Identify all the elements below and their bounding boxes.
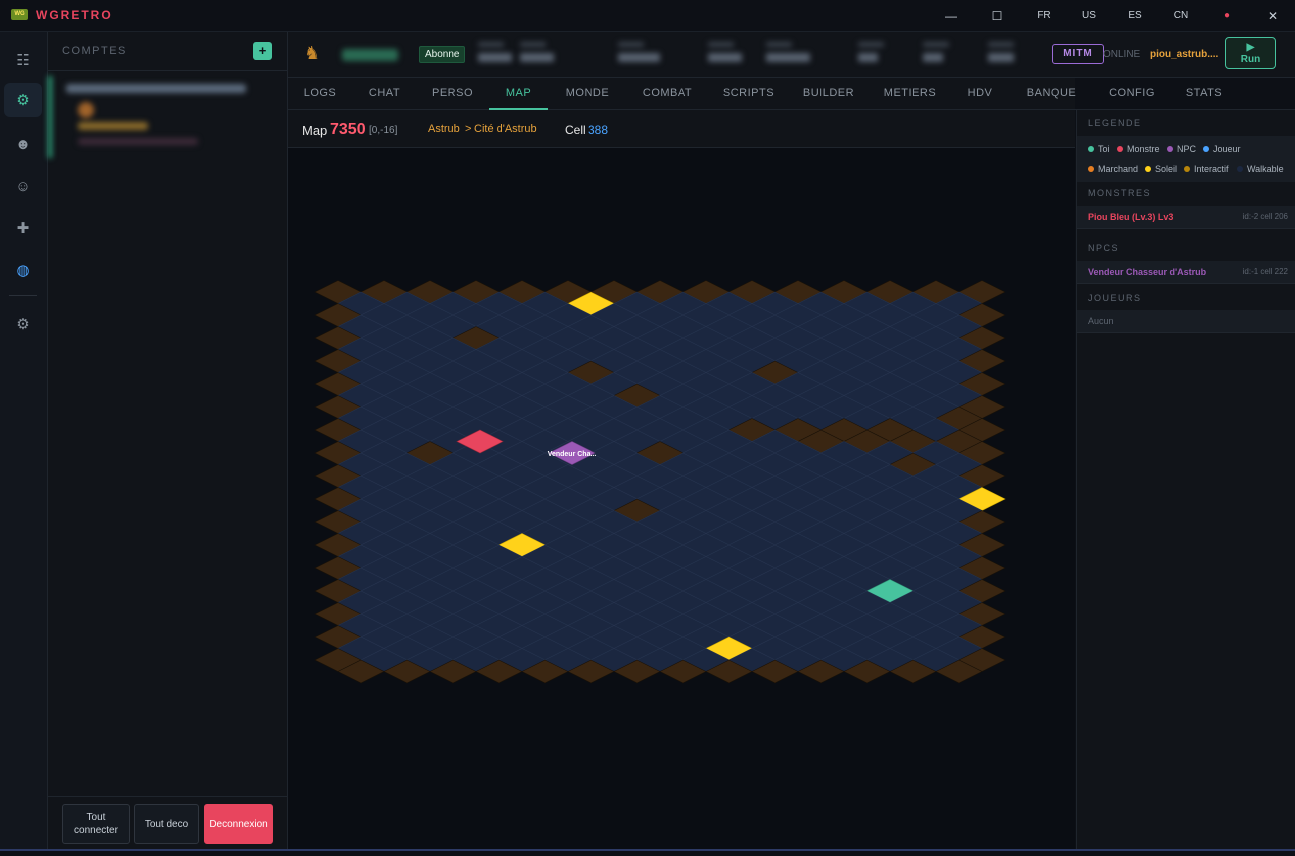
stat-blurred <box>858 42 884 62</box>
map-label: Map <box>302 123 328 138</box>
monster-meta: id:-2 cell 206 <box>1242 212 1288 221</box>
tab-map[interactable]: MAP <box>489 78 548 110</box>
map-area: Astrub <box>428 123 460 135</box>
map-id: 7350 <box>330 121 366 138</box>
npcs-title: NPCS <box>1088 243 1120 253</box>
account-card[interactable] <box>48 76 283 158</box>
npc-name: Vendeur Chasseur d'Astrub <box>1088 267 1207 277</box>
legend-title: LEGENDE <box>1088 118 1142 128</box>
mitm-badge[interactable]: MITM <box>1052 44 1104 64</box>
accounts-panel: COMPTES + Tout connecter Tout deco Decon… <box>48 32 288 851</box>
title-bar: WG WGRETRO — ☐ FR US ES CN ● ✕ <box>0 0 1295 32</box>
lang-fr-button[interactable]: FR <box>1029 6 1059 26</box>
character-icon[interactable]: ☻ <box>4 127 42 161</box>
monster-row[interactable]: Piou Bleu (Lv.3) Lv3 id:-2 cell 206 <box>1077 206 1295 229</box>
accounts-title: COMPTES <box>62 45 127 57</box>
lang-cn-button[interactable]: CN <box>1166 6 1196 26</box>
plus-icon[interactable]: ✚ <box>4 211 42 245</box>
map-entities-panel: LEGENDE Toi Monstre NPC Joueur Marchand … <box>1076 110 1295 851</box>
nav-rail: ☷ ⚙ ☻ ☺ ✚ ◍ ⚙ <box>0 32 48 851</box>
npc-meta: id:-1 cell 222 <box>1242 267 1288 276</box>
connect-all-button[interactable]: Tout connecter <box>62 804 130 844</box>
tab-logs[interactable]: LOGS <box>296 78 344 108</box>
stat-blurred <box>520 42 554 62</box>
legend: Toi Monstre NPC Joueur Marchand Soleil I… <box>1077 136 1295 182</box>
logout-button[interactable]: Deconnexion <box>204 804 273 844</box>
tab-metiers[interactable]: METIERS <box>882 78 938 108</box>
cell-value: 388 <box>588 123 609 137</box>
players-empty: Aucun <box>1088 316 1114 326</box>
map-subarea: Cité d'Astrub <box>474 123 537 135</box>
stat-blurred <box>618 42 660 62</box>
list-icon[interactable]: ☷ <box>4 43 42 77</box>
stat-blurred <box>923 42 949 62</box>
map-canvas[interactable]: Vendeur Cha... <box>288 148 1075 851</box>
stat-blurred <box>478 42 512 62</box>
map-info-bar: Map 7350 [0,-16] Astrub > Cité d'Astrub … <box>288 110 1075 148</box>
npc-row[interactable]: Vendeur Chasseur d'Astrub id:-1 cell 222 <box>1077 261 1295 284</box>
accounts-divider <box>48 70 287 71</box>
monsters-title: MONSTRES <box>1088 188 1152 198</box>
tab-stats[interactable]: STATS <box>1183 78 1225 108</box>
run-button[interactable]: ▶ Run <box>1225 37 1276 69</box>
main-tabs: LOGS CHAT PERSO MAP MONDE COMBAT SCRIPTS… <box>288 78 1076 110</box>
lang-es-button[interactable]: ES <box>1120 6 1150 26</box>
tab-config[interactable]: CONFIG <box>1105 78 1159 108</box>
legend-item-monstre: Monstre <box>1117 144 1160 154</box>
legend-item-joueur: Joueur <box>1203 144 1241 154</box>
lang-us-button[interactable]: US <box>1074 6 1104 26</box>
tab-chat[interactable]: CHAT <box>361 78 408 108</box>
tab-combat[interactable]: COMBAT <box>640 78 695 108</box>
maximize-button[interactable]: ☐ <box>986 6 1008 26</box>
globe-icon[interactable]: ◍ <box>4 253 42 287</box>
stat-blurred <box>988 42 1014 62</box>
character-name-blurred <box>342 49 398 61</box>
cell-label: Cell <box>565 123 586 137</box>
players-empty-row: Aucun <box>1077 310 1295 333</box>
app-logo-icon: WG <box>11 9 28 20</box>
legend-item-walkable: Walkable <box>1237 164 1284 174</box>
run-label: Run <box>1240 54 1261 65</box>
stat-blurred <box>708 42 742 62</box>
monster-name: Piou Bleu (Lv.3) Lv3 <box>1088 212 1174 222</box>
legend-item-interactif: Interactif <box>1184 164 1229 174</box>
legend-item-npc: NPC <box>1167 144 1196 154</box>
rail-divider <box>9 295 37 296</box>
tab-banque[interactable]: BANQUE <box>1024 78 1079 108</box>
npc-map-label: Vendeur Cha... <box>548 451 597 458</box>
map-coords: [0,-16] <box>369 125 398 136</box>
app-title: WGRETRO <box>36 8 113 22</box>
subscriber-badge: Abonne <box>419 46 466 63</box>
disconnect-all-button[interactable]: Tout deco <box>134 804 199 844</box>
connect-all-label: Tout connecter <box>74 812 118 836</box>
settings-icon[interactable]: ⚙ <box>4 307 42 341</box>
character-avatar-icon: ♞ <box>304 43 321 63</box>
stat-blurred <box>766 42 810 62</box>
username-label: piou_astrub.... <box>1150 49 1219 60</box>
connection-status: ONLINE <box>1103 49 1141 60</box>
tab-hdv[interactable]: HDV <box>962 78 998 108</box>
legend-item-soleil: Soleil <box>1145 164 1177 174</box>
legend-item-toi: Toi <box>1088 144 1110 154</box>
tab-builder[interactable]: BUILDER <box>801 78 856 108</box>
bot-icon[interactable]: ⚙ <box>4 83 42 117</box>
group-icon[interactable]: ☺ <box>4 169 42 203</box>
tab-scripts[interactable]: SCRIPTS <box>722 78 775 108</box>
eye-icon[interactable]: ● <box>1216 6 1238 26</box>
close-button[interactable]: ✕ <box>1262 6 1284 26</box>
minimize-button[interactable]: — <box>940 6 962 26</box>
play-icon: ▶ <box>1246 42 1255 53</box>
isometric-map[interactable]: Vendeur Cha... <box>288 148 1075 851</box>
accounts-footer-divider <box>48 796 287 797</box>
players-title: JOUEURS <box>1088 293 1142 303</box>
tab-perso[interactable]: PERSO <box>428 78 477 108</box>
legend-item-marchand: Marchand <box>1088 164 1138 174</box>
tab-monde[interactable]: MONDE <box>562 78 613 108</box>
map-breadcrumb-sep: > <box>465 123 472 135</box>
character-header: ♞ Abonne MITM ONLINE piou_astrub.... ▶ R… <box>288 32 1295 78</box>
add-account-button[interactable]: + <box>253 42 272 60</box>
